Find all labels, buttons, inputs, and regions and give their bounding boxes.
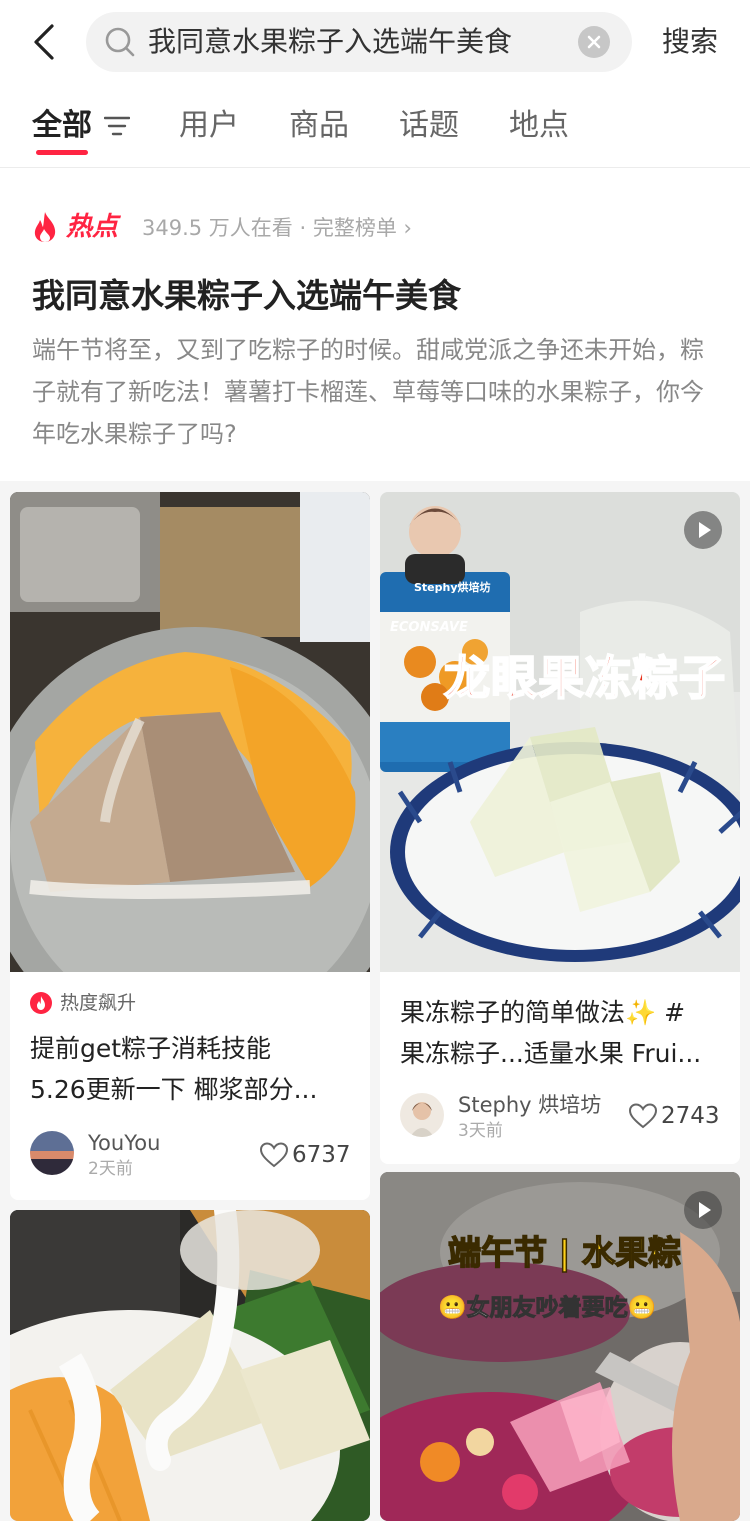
fire-icon <box>34 212 56 242</box>
hot-meta-leaderboard-link[interactable]: 349.5 万人在看 · 完整榜单 › <box>142 214 412 242</box>
like-count: 6737 <box>292 1142 351 1168</box>
back-arrow-icon[interactable] <box>26 22 66 62</box>
heart-icon[interactable] <box>629 1103 657 1129</box>
search-input[interactable]: 我同意水果粽子入选端午美食 <box>148 24 512 60</box>
heart-icon[interactable] <box>260 1142 288 1168</box>
tab-users[interactable]: 用户 <box>179 106 239 146</box>
can-label: ECONSAVE <box>390 620 468 635</box>
like-count: 2743 <box>661 1103 720 1129</box>
card-image-coconut-zongzi <box>10 1210 370 1521</box>
search-icon <box>105 27 135 57</box>
card-image-mango-zongzi <box>10 492 370 972</box>
search-button[interactable]: 搜索 <box>662 22 718 62</box>
hot-topic-section[interactable]: 热点 349.5 万人在看 · 完整榜单 › 我同意水果粽子入选端午美食 端午节… <box>0 169 750 481</box>
video-play-icon <box>684 1191 722 1229</box>
tab-topics[interactable]: 话题 <box>399 106 459 146</box>
clear-icon[interactable] <box>578 26 610 58</box>
post-time: 3天前 <box>458 1121 503 1141</box>
search-bar[interactable]: 我同意水果粽子入选端午美食 <box>86 12 632 72</box>
note-card[interactable]: 端午节 | 水果粽 😬女朋友吵着要吃😬 <box>380 1172 740 1521</box>
avatar[interactable] <box>400 1093 444 1137</box>
card-title: 提前get粽子消耗技能 5.26更新一下 椰浆部分... <box>30 1034 318 1104</box>
tab-all[interactable]: 全部 <box>32 106 92 146</box>
card-image-jelly-zongzi <box>380 492 740 972</box>
tab-places[interactable]: 地点 <box>509 106 569 146</box>
overlay-title: 端午节 | 水果粽 <box>447 1232 682 1273</box>
note-card[interactable]: 热度飙升 提前get粽子消耗技能 5.26更新一下 椰浆部分... YouYou… <box>10 492 370 1200</box>
hot-topic-description: 端午节将至，又到了吃粽子的时候。甜咸党派之争还未开始，粽子就有了新吃法！薯薯打卡… <box>32 336 704 448</box>
overlay-title: 龙眼果冻粽子 <box>443 650 726 706</box>
note-card[interactable]: Stephy烘培坊 ECONSAVE 龙眼果冻粽子 果冻粽子的简单做法✨ # 果… <box>380 492 740 1164</box>
hot-label: 热点 <box>66 212 119 242</box>
overlay-subtitle: 😬女朋友吵着要吃😬 <box>437 1295 657 1322</box>
result-tabs: 全部 用户 商品 话题 地点 <box>0 86 750 168</box>
note-card[interactable] <box>10 1210 370 1521</box>
watermark-text: Stephy烘培坊 <box>414 581 491 594</box>
search-header: 我同意水果粽子入选端午美食 搜索 <box>0 0 750 86</box>
author-name[interactable]: Stephy 烘培坊 <box>458 1092 601 1118</box>
active-tab-indicator <box>36 150 88 155</box>
hot-topic-title: 我同意水果粽子入选端午美食 <box>32 276 461 315</box>
avatar[interactable] <box>30 1131 74 1175</box>
video-play-icon <box>684 511 722 549</box>
post-time: 2天前 <box>88 1159 133 1179</box>
filter-icon[interactable] <box>104 115 130 137</box>
tab-products[interactable]: 商品 <box>289 106 349 146</box>
trending-badge: 热度飙升 <box>60 992 137 1014</box>
trending-fire-icon <box>30 992 52 1014</box>
card-title: 果冻粽子的简单做法✨ # 果冻粽子...适量水果 Frui... <box>400 998 702 1068</box>
author-name[interactable]: YouYou <box>88 1130 160 1156</box>
